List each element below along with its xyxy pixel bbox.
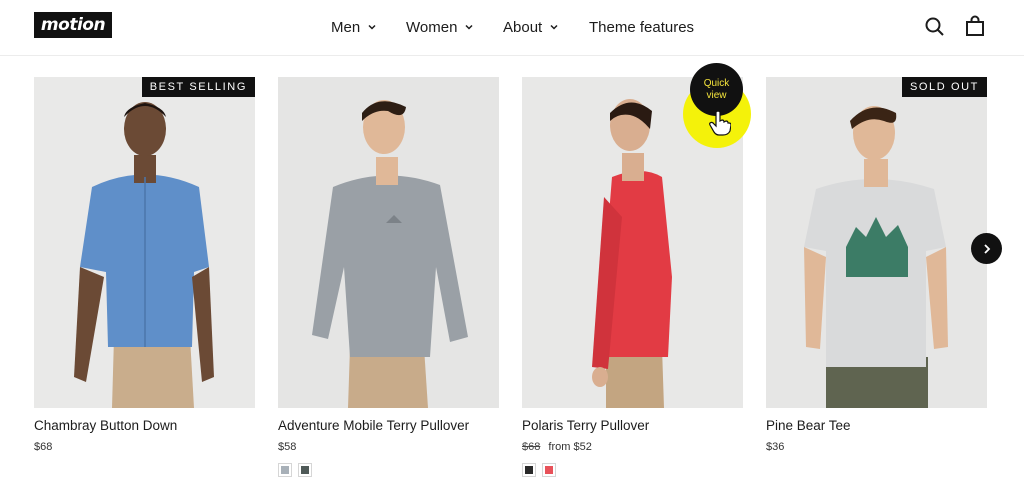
site-header: motion Men Women About Theme features: [0, 0, 1024, 56]
color-swatches: [522, 463, 743, 477]
best-selling-badge: BEST SELLING: [141, 77, 255, 97]
chevron-right-icon: [983, 243, 990, 254]
carousel-next-button[interactable]: [971, 233, 1002, 264]
quick-view-label-line2: view: [706, 89, 727, 101]
model-photo: [34, 77, 255, 408]
nav-theme-features[interactable]: Theme features: [589, 17, 694, 37]
color-swatch-heather-grey[interactable]: [278, 463, 292, 477]
product-title[interactable]: Pine Bear Tee: [766, 418, 987, 433]
color-swatch-red[interactable]: [542, 463, 556, 477]
sold-out-badge: SOLD OUT: [901, 77, 987, 97]
product-price: $68 from $52: [522, 441, 743, 453]
color-swatch-black[interactable]: [522, 463, 536, 477]
chevron-down-icon: [368, 24, 376, 30]
quick-view-label-line1: Quick: [703, 77, 730, 89]
brand-logo[interactable]: motion: [34, 12, 112, 38]
nav-about[interactable]: About: [503, 17, 559, 37]
cart-icon[interactable]: [963, 15, 987, 39]
product-title[interactable]: Adventure Mobile Terry Pullover: [278, 418, 499, 433]
product-card[interactable]: BEST SELLING Chambray Button Down $68: [34, 77, 255, 453]
original-price: $68: [522, 441, 541, 453]
model-photo: [766, 77, 987, 408]
product-title[interactable]: Polaris Terry Pullover: [522, 418, 743, 433]
color-swatches: [278, 463, 499, 477]
nav-men[interactable]: Men: [331, 17, 377, 37]
color-swatch-charcoal[interactable]: [298, 463, 312, 477]
product-card[interactable]: SOLD OUT Pine Bear Tee $36: [766, 77, 987, 453]
nav-men-label: Men: [331, 18, 361, 36]
product-title[interactable]: Chambray Button Down: [34, 418, 255, 433]
chevron-down-icon: [550, 24, 558, 30]
product-price: $36: [766, 441, 785, 453]
product-image[interactable]: SOLD OUT: [766, 77, 987, 408]
product-card[interactable]: Adventure Mobile Terry Pullover $58: [278, 77, 499, 477]
product-price: $58: [278, 441, 297, 453]
nav-women[interactable]: Women: [406, 17, 474, 37]
sale-price: from $52: [548, 441, 592, 453]
search-icon[interactable]: [923, 15, 947, 39]
product-image[interactable]: BEST SELLING: [34, 77, 255, 408]
nav-women-label: Women: [406, 18, 458, 36]
nav-theme-features-label: Theme features: [589, 18, 695, 36]
product-price: $68: [34, 441, 53, 453]
model-photo: [278, 77, 499, 408]
nav-about-label: About: [503, 18, 543, 36]
product-image[interactable]: [278, 77, 499, 408]
quick-view-button[interactable]: Quick view: [690, 63, 743, 116]
chevron-down-icon: [465, 24, 473, 30]
hand-pointer-icon: [709, 110, 731, 136]
